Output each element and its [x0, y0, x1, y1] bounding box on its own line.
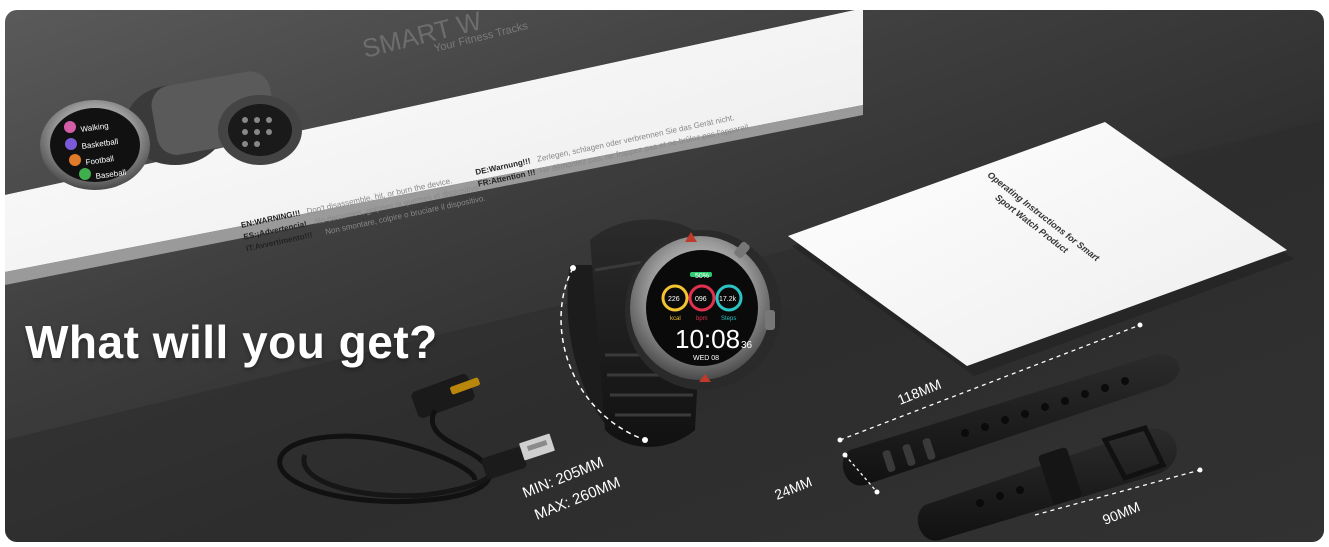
- watch-metric-1-value: 226: [668, 296, 680, 303]
- headline: What will you get?: [25, 316, 438, 368]
- watch-seconds: 36: [741, 340, 753, 351]
- product-scene: SMART W Your Fitness Tracks Walking Bask…: [5, 10, 1324, 542]
- watch-metric-2-label: bpm: [696, 316, 708, 322]
- watch-metric-3-label: Steps: [721, 316, 736, 322]
- watch-metric-2-value: 096: [695, 296, 707, 303]
- product-photo: SMART W Your Fitness Tracks Walking Bask…: [5, 10, 1324, 542]
- watch-metric-3-value: 17.2k: [719, 296, 737, 303]
- watch-date: WED 08: [693, 355, 719, 362]
- watch-metric-1-label: kcal: [670, 316, 681, 322]
- watch-battery: 50%: [695, 273, 709, 280]
- watch-time: 10:08: [675, 324, 740, 354]
